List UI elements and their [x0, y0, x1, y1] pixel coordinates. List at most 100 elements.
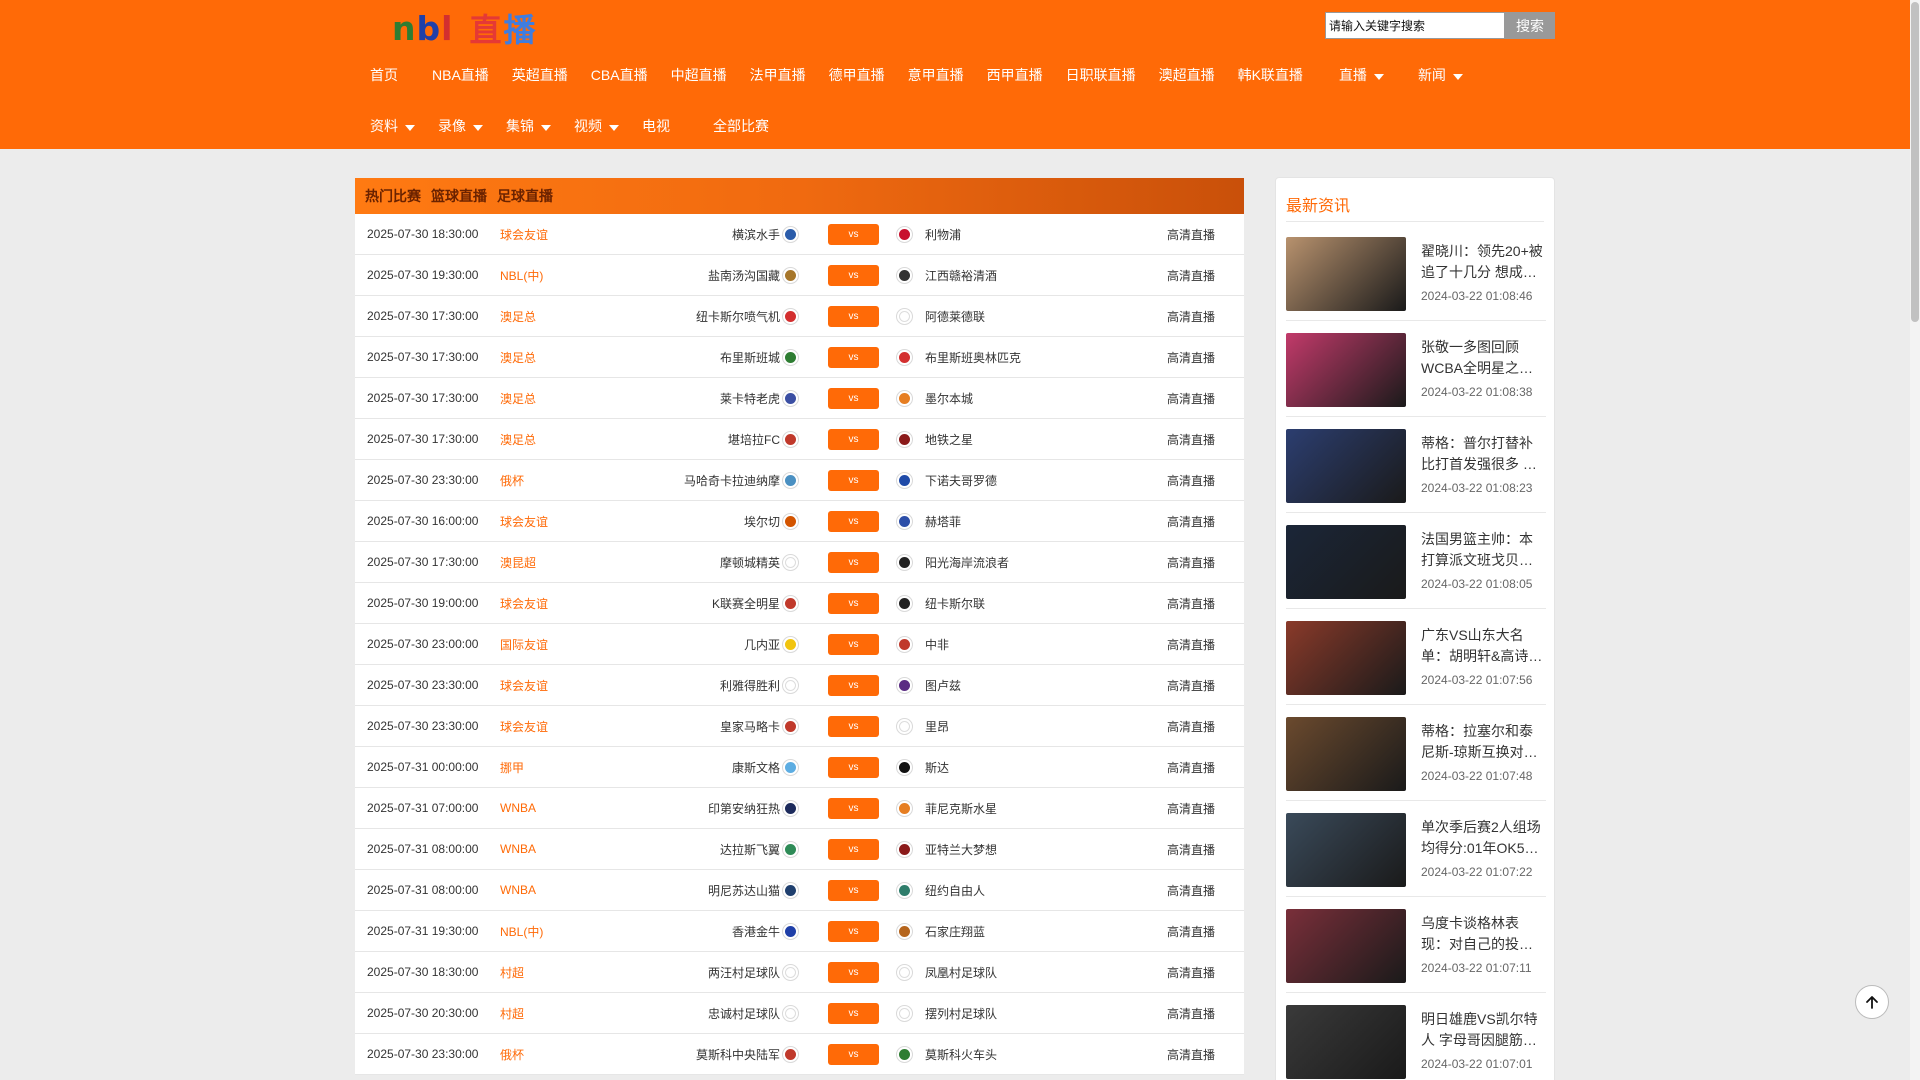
match-row[interactable]: 2025-07-31 08:00:00 WNBA 明尼苏达山猫 vs 纽约自由人 高清直播	[355, 870, 1244, 911]
match-row[interactable]: 2025-07-30 17:30:00 澳昆超 摩顿城精英 vs 阳光海岸流浪者 高清直播	[355, 542, 1244, 583]
news-thumbnail[interactable]	[1286, 909, 1406, 983]
match-league[interactable]: 球会友谊	[500, 706, 548, 746]
news-thumbnail[interactable]	[1286, 1005, 1406, 1079]
hd-live-link[interactable]: 高清直播	[1167, 337, 1215, 377]
nav-item-4[interactable]: 中超直播	[671, 62, 727, 88]
nav2-item-2[interactable]: 集锦	[506, 113, 551, 139]
vs-button[interactable]: vs	[828, 633, 879, 655]
news-title[interactable]: 明日雄鹿VS凯尔特人 字母哥因腿筋…	[1421, 1009, 1546, 1051]
away-team[interactable]: 摆列村足球队	[925, 993, 997, 1033]
hd-live-link[interactable]: 高清直播	[1167, 501, 1215, 541]
nav-item-11[interactable]: 韩K联直播	[1238, 62, 1303, 88]
home-team[interactable]: 纽卡斯尔喷气机	[696, 296, 780, 336]
match-row[interactable]: 2025-07-30 23:30:00 球会友谊 利雅得胜利 vs 图卢兹 高清直播	[355, 665, 1244, 706]
hd-live-link[interactable]: 高清直播	[1167, 706, 1215, 746]
vs-button[interactable]: vs	[828, 715, 879, 737]
match-row[interactable]: 2025-07-30 19:30:00 NBL(中) 盐南汤沟国藏 vs 江西赣裕清酒 高…	[355, 255, 1244, 296]
nav2-item-4[interactable]: 电视	[642, 113, 670, 139]
away-team[interactable]: 里昂	[925, 706, 949, 746]
match-row[interactable]: 2025-07-30 18:30:00 球会友谊 横滨水手 vs 利物浦 高清直播	[355, 214, 1244, 255]
hd-live-link[interactable]: 高清直播	[1167, 419, 1215, 459]
match-row[interactable]: 2025-07-30 17:30:00 澳足总 布里斯班城 vs 布里斯班奥林匹克 高清直…	[355, 337, 1244, 378]
news-thumbnail[interactable]	[1286, 333, 1406, 407]
back-to-top-button[interactable]	[1855, 985, 1889, 1019]
news-thumbnail[interactable]	[1286, 717, 1406, 791]
match-league[interactable]: WNBA	[500, 788, 536, 828]
tab-basketball[interactable]: 篮球直播	[431, 186, 487, 206]
away-team[interactable]: 亚特兰大梦想	[925, 829, 997, 869]
match-league[interactable]: 挪甲	[500, 747, 524, 787]
match-league[interactable]: 球会友谊	[500, 583, 548, 623]
match-row[interactable]: 2025-07-31 07:00:00 WNBA 印第安纳狂热 vs 菲尼克斯水星 高清直…	[355, 788, 1244, 829]
match-row[interactable]: 2025-07-30 20:30:00 村超 忠诚村足球队 vs 摆列村足球队 高清直播	[355, 993, 1244, 1034]
news-item[interactable]: 乌度卡谈格林表现：对自己的投… 2024-03-22 01:07:11	[1286, 897, 1546, 993]
home-team[interactable]: K联赛全明星	[712, 583, 780, 623]
match-league[interactable]: 澳足总	[500, 419, 536, 459]
away-team[interactable]: 纽卡斯尔联	[925, 583, 985, 623]
away-team[interactable]: 纽约自由人	[925, 870, 985, 910]
match-league[interactable]: 俄杯	[500, 1034, 524, 1074]
match-row[interactable]: 2025-07-30 17:30:00 澳足总 莱卡特老虎 vs 墨尔本城 高清直播	[355, 378, 1244, 419]
hd-live-link[interactable]: 高清直播	[1167, 993, 1215, 1033]
match-row[interactable]: 2025-07-30 18:30:00 村超 两汪村足球队 vs 凤凰村足球队 高清直播	[355, 952, 1244, 993]
home-team[interactable]: 几内亚	[744, 624, 780, 664]
away-team[interactable]: 石家庄翔蓝	[925, 911, 985, 951]
vs-button[interactable]: vs	[828, 469, 879, 491]
home-team[interactable]: 达拉斯飞翼	[720, 829, 780, 869]
nav-item-9[interactable]: 日职联直播	[1066, 62, 1136, 88]
hd-live-link[interactable]: 高清直播	[1167, 747, 1215, 787]
match-row[interactable]: 2025-07-30 17:30:00 澳足总 纽卡斯尔喷气机 vs 阿德莱德联 高清直播	[355, 296, 1244, 337]
news-item[interactable]: 广东VS山东大名单：胡明轩&高诗… 2024-03-22 01:07:56	[1286, 609, 1546, 705]
news-thumbnail[interactable]	[1286, 429, 1406, 503]
nav-item-2[interactable]: 英超直播	[512, 62, 568, 88]
news-item[interactable]: 张敬一多图回顾WCBA全明星之… 2024-03-22 01:08:38	[1286, 321, 1546, 417]
match-league[interactable]: 澳足总	[500, 337, 536, 377]
vs-button[interactable]: vs	[828, 797, 879, 819]
tab-hot[interactable]: 热门比赛	[365, 186, 421, 206]
hd-live-link[interactable]: 高清直播	[1167, 1034, 1215, 1074]
vs-button[interactable]: vs	[828, 1002, 879, 1024]
vs-button[interactable]: vs	[828, 223, 879, 245]
home-team[interactable]: 摩顿城精英	[720, 542, 780, 582]
home-team[interactable]: 横滨水手	[732, 214, 780, 254]
match-row[interactable]: 2025-07-30 23:30:00 俄杯 莫斯科中央陆军 vs 莫斯科火车头 高清直播	[355, 1034, 1244, 1075]
home-team[interactable]: 埃尔切	[744, 501, 780, 541]
match-row[interactable]: 2025-07-31 00:00:00 挪甲 康斯文格 vs 斯达 高清直播	[355, 747, 1244, 788]
home-team[interactable]: 忠诚村足球队	[708, 993, 780, 1033]
vs-button[interactable]: vs	[828, 510, 879, 532]
news-thumbnail[interactable]	[1286, 525, 1406, 599]
search-input[interactable]	[1325, 12, 1505, 39]
nav2-item-3[interactable]: 视频	[574, 113, 619, 139]
match-league[interactable]: 俄杯	[500, 460, 524, 500]
hd-live-link[interactable]: 高清直播	[1167, 788, 1215, 828]
news-item[interactable]: 明日雄鹿VS凯尔特人 字母哥因腿筋… 2024-03-22 01:07:01	[1286, 993, 1546, 1080]
match-league[interactable]: 澳足总	[500, 378, 536, 418]
match-league[interactable]: 国际友谊	[500, 624, 548, 664]
hd-live-link[interactable]: 高清直播	[1167, 911, 1215, 951]
vs-button[interactable]: vs	[828, 920, 879, 942]
home-team[interactable]: 布里斯班城	[720, 337, 780, 377]
vs-button[interactable]: vs	[828, 387, 879, 409]
home-team[interactable]: 堪培拉FC	[728, 419, 780, 459]
news-title[interactable]: 翟晓川：领先20+被追了十几分 想成…	[1421, 241, 1546, 283]
home-team[interactable]: 明尼苏达山猫	[708, 870, 780, 910]
away-team[interactable]: 莫斯科火车头	[925, 1034, 997, 1074]
away-team[interactable]: 菲尼克斯水星	[925, 788, 997, 828]
news-title[interactable]: 蒂格：拉塞尔和泰尼斯-琼斯互换对…	[1421, 721, 1546, 763]
vs-button[interactable]: vs	[828, 961, 879, 983]
nav-item-12[interactable]: 直播	[1339, 62, 1384, 88]
match-league[interactable]: WNBA	[500, 829, 536, 869]
away-team[interactable]: 江西赣裕清酒	[925, 255, 997, 295]
home-team[interactable]: 马哈奇卡拉迪纳摩	[684, 460, 780, 500]
nav2-item-1[interactable]: 录像	[438, 113, 483, 139]
hd-live-link[interactable]: 高清直播	[1167, 829, 1215, 869]
hd-live-link[interactable]: 高清直播	[1167, 583, 1215, 623]
vs-button[interactable]: vs	[828, 428, 879, 450]
hd-live-link[interactable]: 高清直播	[1167, 665, 1215, 705]
vs-button[interactable]: vs	[828, 346, 879, 368]
away-team[interactable]: 墨尔本城	[925, 378, 973, 418]
scrollbar-thumb[interactable]	[1911, 2, 1919, 322]
match-league[interactable]: 澳足总	[500, 296, 536, 336]
vs-button[interactable]: vs	[828, 879, 879, 901]
vs-button[interactable]: vs	[828, 592, 879, 614]
